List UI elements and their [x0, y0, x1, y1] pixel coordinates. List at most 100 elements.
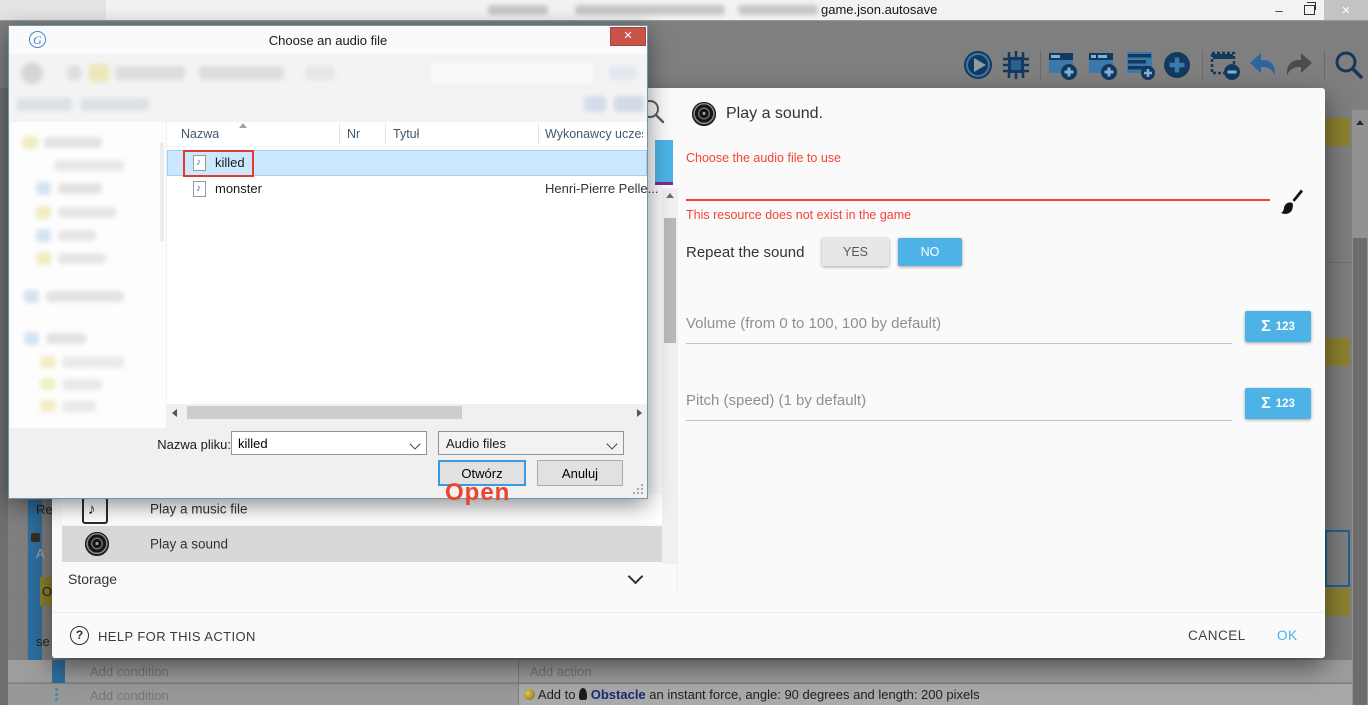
add-condition-placeholder[interactable]: Add condition — [90, 664, 169, 679]
file-name-combo[interactable] — [231, 431, 427, 455]
sort-ascending-icon — [239, 123, 247, 128]
cancel-button[interactable]: Anuluj — [537, 460, 623, 486]
add-condition-placeholder[interactable]: Add condition — [90, 688, 169, 703]
action-text-prefix: Add to — [538, 687, 576, 702]
scroll-up-icon[interactable] — [666, 193, 674, 198]
view-button-blurred[interactable] — [584, 96, 606, 112]
up-button-blurred[interactable] — [67, 66, 81, 80]
scrollbar-thumb[interactable] — [664, 218, 676, 343]
tree-item-blurred[interactable] — [44, 137, 102, 148]
tree-item-blurred[interactable] — [58, 183, 102, 194]
audio-file-input[interactable] — [686, 199, 1270, 201]
play-button[interactable] — [961, 48, 995, 82]
column-divider[interactable] — [385, 124, 386, 144]
column-divider[interactable] — [538, 124, 539, 144]
event-sheet-scrollbar-thumb[interactable] — [1353, 238, 1367, 705]
redo-button[interactable] — [1282, 48, 1316, 82]
action-item-play-sound[interactable]: Play a sound — [62, 526, 662, 562]
dimmed-highlight — [1325, 588, 1350, 616]
repeat-yes-button[interactable]: YES — [822, 238, 889, 266]
debugger-button[interactable] — [999, 48, 1033, 82]
pitch-expression-button[interactable]: Σ 123 — [1245, 388, 1311, 419]
resize-grip[interactable] — [633, 484, 643, 494]
back-button-blurred[interactable] — [21, 62, 43, 84]
tree-item-blurred[interactable] — [62, 401, 96, 412]
search-box-blurred[interactable] — [429, 60, 596, 86]
search-events-button[interactable] — [1332, 48, 1366, 82]
ok-button[interactable]: OK — [1277, 628, 1298, 643]
play-icon — [961, 48, 995, 82]
chevron-down-icon[interactable] — [606, 438, 617, 449]
tree-scrollbar[interactable] — [160, 142, 164, 242]
audio-file-param-label: Choose the audio file to use — [686, 151, 841, 165]
object-name: Obstacle — [591, 687, 646, 702]
tree-item-blurred[interactable] — [58, 253, 106, 264]
column-divider[interactable] — [339, 124, 340, 144]
close-dialog-button[interactable]: ✕ — [610, 27, 646, 46]
column-header-nr[interactable]: Nr — [347, 127, 360, 141]
group-storage[interactable]: Storage — [52, 564, 677, 596]
add-action-placeholder[interactable]: Add action — [530, 664, 591, 679]
tree-item-blurred[interactable] — [46, 291, 124, 302]
close-window-button[interactable]: ✕ — [1324, 0, 1368, 20]
pitch-input[interactable] — [686, 420, 1232, 421]
action-list-scrollbar[interactable] — [662, 188, 678, 593]
breadcrumb-blurred[interactable] — [305, 66, 335, 80]
file-list-header: Nazwa Nr Tytuł Wykonawcy uczes... — [167, 122, 647, 147]
add-sub-event-button[interactable] — [1086, 48, 1120, 82]
column-header-name[interactable]: Nazwa — [181, 127, 219, 141]
minimize-button[interactable]: – — [1266, 0, 1292, 20]
organize-menu-blurred[interactable] — [17, 98, 72, 111]
tree-item-blurred[interactable] — [62, 379, 102, 390]
folder-icon-blurred — [36, 206, 51, 219]
scroll-up-icon[interactable] — [1356, 120, 1364, 125]
tree-item-blurred[interactable] — [58, 230, 96, 241]
toolbar-separator — [1202, 50, 1203, 80]
delete-event-button[interactable] — [1208, 48, 1242, 82]
breadcrumb-blurred[interactable] — [199, 66, 284, 80]
add-event-icon — [1046, 48, 1080, 82]
tree-item-blurred[interactable] — [46, 333, 86, 344]
event-sheet-left-margin — [0, 88, 8, 705]
tree-item-blurred[interactable] — [62, 357, 124, 368]
drag-handle-icon[interactable] — [55, 688, 59, 702]
column-header-title[interactable]: Tytuł — [393, 127, 419, 141]
action-title: Play a sound. — [726, 105, 823, 123]
help-link[interactable]: HELP FOR THIS ACTION — [98, 629, 256, 644]
brush-edit-icon[interactable] — [1280, 188, 1304, 221]
column-header-artists[interactable]: Wykonawcy uczes... — [545, 127, 643, 141]
add-comment-button[interactable] — [1124, 48, 1158, 82]
refresh-blurred[interactable] — [609, 66, 637, 80]
tree-item-blurred[interactable] — [58, 207, 116, 218]
blurred-title-text — [738, 5, 818, 15]
volume-expression-button[interactable]: Σ 123 — [1245, 311, 1311, 342]
help-button-blurred[interactable] — [614, 96, 644, 112]
breadcrumb-blurred[interactable] — [115, 66, 185, 80]
dimmed-highlight — [1325, 338, 1350, 366]
horizontal-scrollbar[interactable] — [167, 404, 647, 421]
event-row[interactable] — [8, 660, 1352, 683]
scroll-right-icon[interactable] — [637, 409, 642, 417]
volume-input[interactable] — [686, 343, 1232, 344]
selected-category-tab[interactable] — [655, 140, 673, 182]
new-folder-blurred[interactable] — [81, 98, 149, 111]
toolbar-separator — [1040, 50, 1041, 80]
cancel-button[interactable]: CANCEL — [1188, 628, 1246, 643]
tree-item-blurred[interactable] — [54, 160, 124, 171]
help-icon[interactable]: ? — [70, 626, 89, 645]
explorer-toolbar-blurred — [9, 54, 647, 123]
folder-tree-blurred[interactable] — [10, 122, 166, 428]
undo-button[interactable] — [1246, 48, 1280, 82]
file-type-combo[interactable]: Audio files — [438, 431, 624, 455]
action-row-text[interactable]: Add to Obstacle an instant force, angle:… — [524, 687, 980, 702]
add-new-button[interactable] — [1160, 48, 1194, 82]
restore-icon — [1304, 5, 1315, 15]
file-name-input[interactable] — [232, 432, 426, 454]
file-row-monster[interactable]: monster Henri-Pierre Pelle... — [167, 176, 647, 202]
add-event-button[interactable] — [1046, 48, 1080, 82]
scroll-left-icon[interactable] — [172, 409, 177, 417]
add-circle-icon — [1160, 48, 1194, 82]
scrollbar-thumb[interactable] — [187, 406, 462, 419]
restore-button[interactable] — [1296, 0, 1322, 20]
repeat-no-button[interactable]: NO — [898, 238, 962, 266]
